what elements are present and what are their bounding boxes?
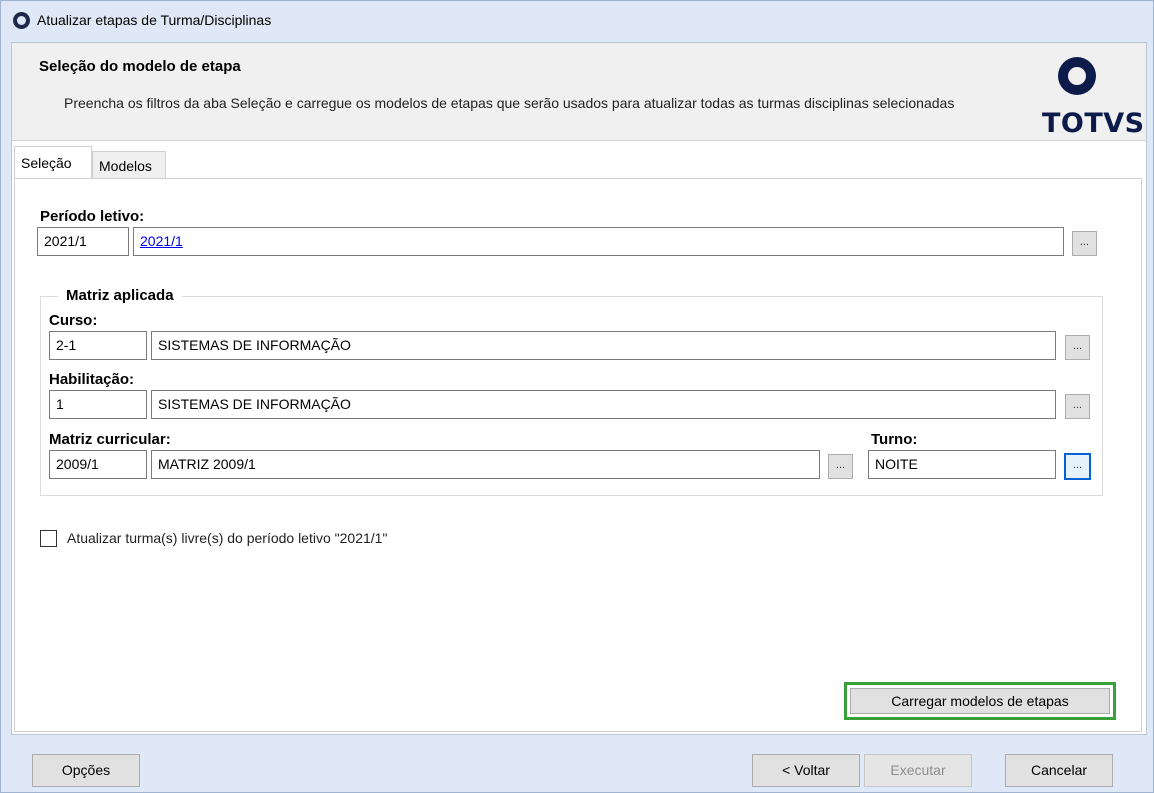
tab-selecao[interactable]: Seleção: [14, 146, 92, 179]
turno-lookup-button[interactable]: ...: [1064, 453, 1091, 480]
matriz-curricular-description-field[interactable]: MATRIZ 2009/1: [151, 450, 820, 479]
matriz-curricular-lookup-button[interactable]: ...: [828, 454, 853, 479]
voltar-button[interactable]: < Voltar: [752, 754, 860, 787]
carregar-modelos-button[interactable]: Carregar modelos de etapas: [850, 688, 1110, 714]
turno-label: Turno:: [871, 431, 918, 448]
habilitacao-description-field[interactable]: SISTEMAS DE INFORMAÇÃO: [151, 390, 1056, 419]
atualizar-turmas-livres-checkbox[interactable]: [40, 530, 57, 547]
habilitacao-code-field[interactable]: 1: [49, 390, 147, 419]
habilitacao-lookup-button[interactable]: ...: [1065, 394, 1090, 419]
wizard-header: Seleção do modelo de etapa Preencha os f…: [12, 43, 1146, 141]
curso-description-field[interactable]: SISTEMAS DE INFORMAÇÃO: [151, 331, 1056, 360]
matriz-group-title: Matriz aplicada: [58, 287, 182, 304]
app-icon: [13, 12, 30, 29]
totvs-logo-icon: [1058, 57, 1096, 95]
header-description: Preencha os filtros da aba Seleção e car…: [64, 95, 955, 111]
cancelar-button[interactable]: Cancelar: [1005, 754, 1113, 787]
totvs-logo-text: TOTVS: [1042, 108, 1145, 139]
habilitacao-label: Habilitação:: [49, 371, 135, 388]
load-button-highlight: Carregar modelos de etapas: [844, 682, 1116, 720]
curso-label: Curso:: [49, 312, 98, 329]
title-bar: Atualizar etapas de Turma/Disciplinas: [1, 1, 1153, 41]
periodo-code-field[interactable]: 2021/1: [37, 227, 129, 256]
dialog-window: Atualizar etapas de Turma/Disciplinas Se…: [0, 0, 1154, 793]
header-title: Seleção do modelo de etapa: [39, 58, 241, 75]
matriz-curricular-code-field[interactable]: 2009/1: [49, 450, 147, 479]
executar-button[interactable]: Executar: [864, 754, 972, 787]
periodo-label: Período letivo:: [40, 208, 145, 225]
turno-field[interactable]: NOITE: [868, 450, 1056, 479]
periodo-description-link[interactable]: 2021/1: [140, 233, 183, 249]
periodo-lookup-button[interactable]: ...: [1072, 231, 1097, 256]
tab-modelos[interactable]: Modelos: [92, 151, 166, 179]
matriz-curricular-label: Matriz curricular:: [49, 431, 171, 448]
tab-panel-selecao: Período letivo: 2021/1 2021/1 ... Matriz…: [14, 178, 1142, 732]
atualizar-turmas-livres-label[interactable]: Atualizar turma(s) livre(s) do período l…: [67, 530, 387, 546]
periodo-description-field[interactable]: 2021/1: [133, 227, 1064, 256]
window-title: Atualizar etapas de Turma/Disciplinas: [37, 12, 272, 28]
matriz-aplicada-group: Matriz aplicada Curso: 2-1 SISTEMAS DE I…: [40, 287, 1103, 496]
dialog-content: Seleção do modelo de etapa Preencha os f…: [11, 42, 1147, 735]
opcoes-button[interactable]: Opções: [32, 754, 140, 787]
curso-code-field[interactable]: 2-1: [49, 331, 147, 360]
totvs-logo: TOTVS: [1030, 53, 1144, 139]
curso-lookup-button[interactable]: ...: [1065, 335, 1090, 360]
